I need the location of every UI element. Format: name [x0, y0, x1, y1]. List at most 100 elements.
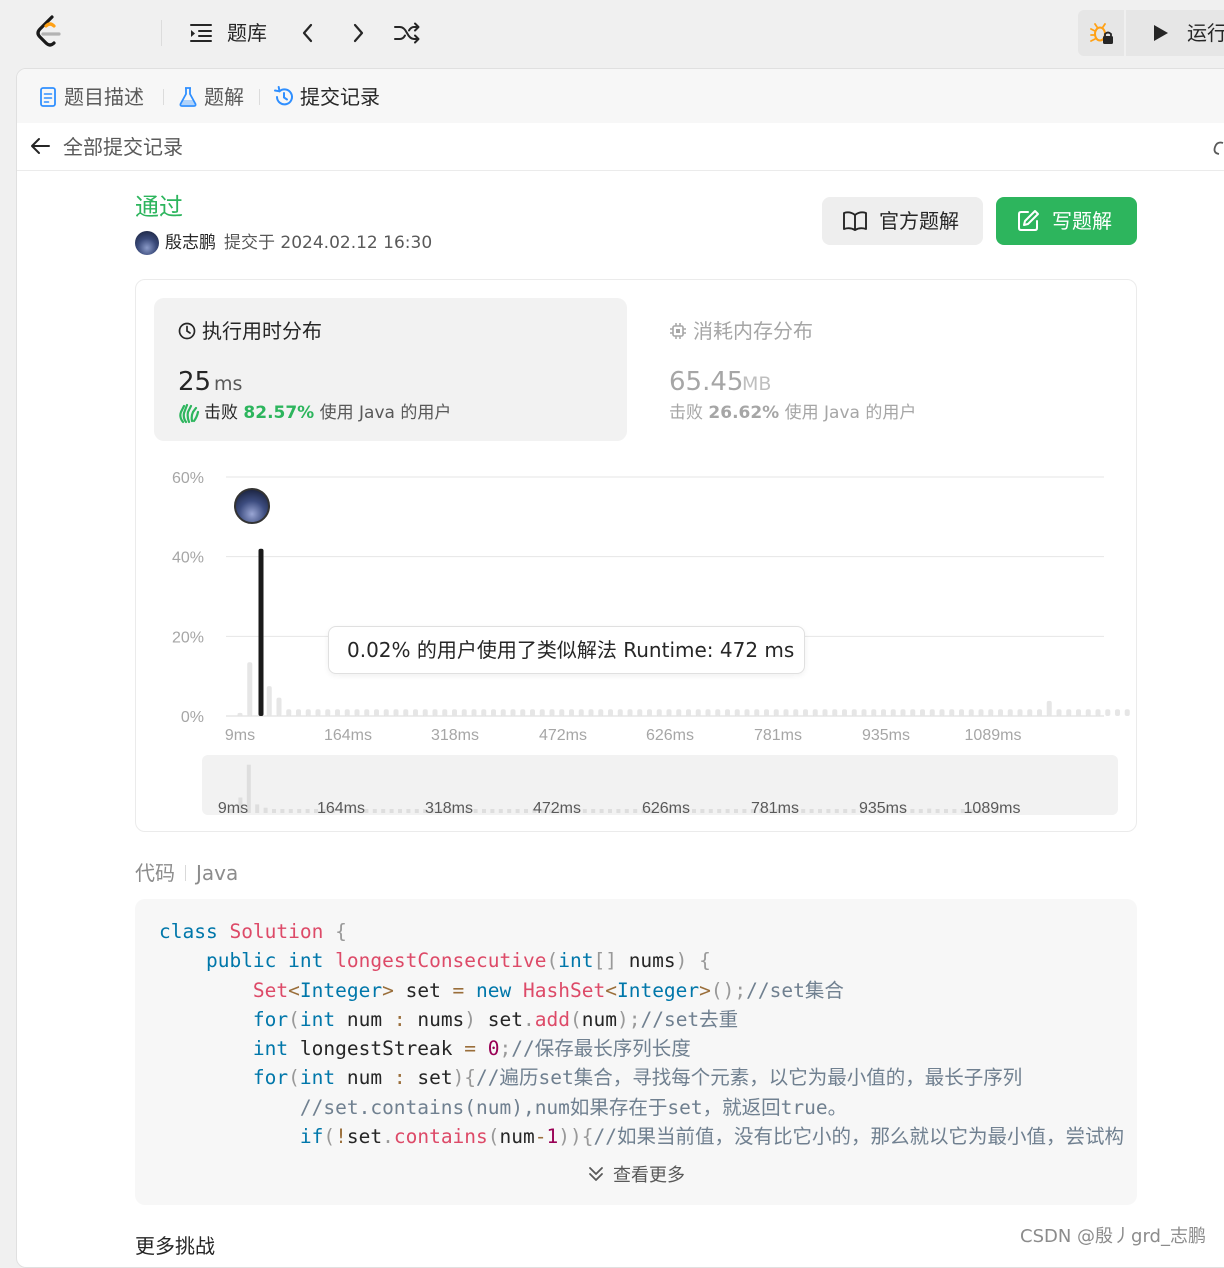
overview-bar — [255, 804, 260, 813]
runtime-histogram[interactable]: 60% 40% 20% 0% 9ms 164ms 318ms 472ms 626ms 781ms 9… — [136, 450, 1136, 750]
histogram-bar — [1056, 709, 1062, 716]
x-tick-label: 9ms — [225, 727, 255, 744]
list-icon[interactable] — [188, 20, 214, 46]
histogram-bar — [325, 709, 331, 716]
histogram-bar — [764, 709, 769, 716]
memory-beat-percent: 26.62% — [708, 403, 780, 423]
memory-value: 65.45 — [669, 367, 744, 397]
overview-tick-label: 318ms — [425, 800, 473, 815]
overview-bar — [591, 809, 596, 813]
histogram-bar — [715, 709, 721, 716]
overview-bar — [263, 807, 268, 813]
runtime-distribution-tab[interactable]: 执行用时分布 25 ms 击败 82.57% 使用 Java 的用户 — [154, 298, 627, 441]
runtime-beat-text: 击败 82.57% 使用 Java 的用户 — [204, 401, 451, 425]
write-solution-label: 写题解 — [1052, 209, 1112, 233]
run-button[interactable]: 运行 — [1126, 10, 1224, 56]
overview-bar — [406, 809, 411, 813]
histogram-bar — [237, 712, 243, 716]
histogram-bar — [559, 709, 565, 716]
histogram-bar — [1076, 709, 1081, 716]
overview-bar — [717, 809, 722, 813]
submission-panel: 题目描述 题解 提交记录 全部提交记录 通过 殷志鹏 提交于 2024.02.1… — [16, 68, 1224, 1268]
memory-distribution-tab[interactable]: 消耗内存分布 — [693, 318, 813, 344]
histogram-bar — [422, 709, 428, 716]
tab-description-label: 题目描述 — [64, 85, 144, 109]
histogram-bar — [383, 709, 389, 716]
chevron-right-icon[interactable] — [346, 20, 370, 46]
histogram-bar — [900, 709, 906, 716]
memory-beat-text: 击败 26.62% 使用 Java 的用户 — [669, 401, 916, 425]
submission-status: 通过 — [135, 193, 183, 221]
leetcode-logo-icon[interactable] — [32, 14, 66, 50]
show-more-button[interactable]: 查看更多 — [135, 1161, 1137, 1191]
y-tick-label: 40% — [172, 550, 204, 567]
histogram-bar — [783, 709, 789, 716]
histogram-bar — [374, 709, 379, 716]
histogram-bar — [686, 709, 691, 716]
histogram-bar — [588, 709, 594, 716]
overview-bar — [372, 809, 377, 813]
histogram-bar — [247, 662, 253, 716]
overview-bar — [582, 809, 587, 813]
histogram-bar — [491, 709, 496, 716]
overview-bar — [935, 809, 940, 813]
chevron-left-icon[interactable] — [296, 20, 320, 46]
histogram-bar — [812, 709, 818, 716]
histogram-bar — [959, 709, 964, 716]
histogram-bar — [793, 709, 799, 716]
overview-bar — [801, 809, 806, 813]
overview-tick-label: 626ms — [642, 800, 690, 815]
all-submissions-link[interactable]: 全部提交记录 — [63, 133, 183, 161]
avatar[interactable] — [135, 231, 159, 255]
range-overview-chart[interactable]: 9ms 164ms 318ms 472ms 626ms 781ms 935ms 1089ms — [202, 755, 1118, 815]
official-solution-button[interactable]: 官方题解 — [822, 197, 983, 245]
book-icon — [843, 211, 867, 231]
play-icon — [1154, 25, 1168, 41]
overview-tick-label: 472ms — [533, 800, 581, 815]
histogram-bar — [822, 709, 828, 716]
histogram-bar — [676, 709, 682, 716]
arrow-left-icon[interactable] — [29, 135, 51, 157]
histogram-bar — [949, 709, 955, 716]
code-language: Java — [196, 861, 239, 885]
overview-bar — [809, 809, 814, 813]
note-icon[interactable] — [1211, 139, 1224, 157]
histogram-bar — [1115, 709, 1120, 716]
histogram-bar — [754, 709, 760, 716]
overview-bar — [490, 809, 495, 813]
histogram-bar — [910, 709, 916, 716]
watermark: CSDN @殷丿grd_志鹏 — [1020, 1226, 1206, 1247]
histogram-bar — [978, 709, 984, 716]
histogram-bar — [1124, 709, 1130, 716]
overview-bar — [599, 809, 604, 813]
debug-button[interactable] — [1078, 10, 1124, 56]
x-tick-label: 472ms — [539, 727, 587, 744]
histogram-bar — [1046, 700, 1052, 716]
histogram-bar — [929, 709, 935, 716]
overview-bar — [389, 809, 394, 813]
username-link[interactable]: 殷志鹏 — [165, 231, 216, 255]
overview-bar — [305, 809, 310, 813]
histogram-bar — [413, 709, 418, 716]
histogram-bar — [920, 709, 925, 716]
overview-bar — [851, 809, 856, 813]
runtime-beat-percent: 82.57% — [243, 403, 315, 423]
edit-icon — [1018, 210, 1039, 231]
write-solution-button[interactable]: 写题解 — [996, 197, 1137, 245]
code-block[interactable]: class Solution { public int longestConse… — [135, 899, 1137, 1205]
overview-bar — [272, 809, 276, 813]
histogram-bar — [666, 709, 672, 716]
histogram-bar — [539, 709, 545, 716]
overview-bar — [843, 809, 848, 813]
overview-bar — [288, 809, 293, 813]
overview-bar — [834, 809, 839, 813]
histogram-bar — [598, 709, 604, 716]
histogram-bar — [569, 709, 574, 716]
range-overview-slider[interactable]: 9ms 164ms 318ms 472ms 626ms 781ms 935ms 1089ms — [202, 755, 1118, 815]
overview-tick-label: 935ms — [859, 800, 907, 815]
overview-bar — [927, 808, 932, 813]
show-more-label: 查看更多 — [613, 1165, 685, 1186]
problem-bank-link[interactable]: 题库 — [227, 20, 267, 46]
histogram-bar — [364, 709, 370, 716]
shuffle-icon[interactable] — [393, 20, 421, 46]
